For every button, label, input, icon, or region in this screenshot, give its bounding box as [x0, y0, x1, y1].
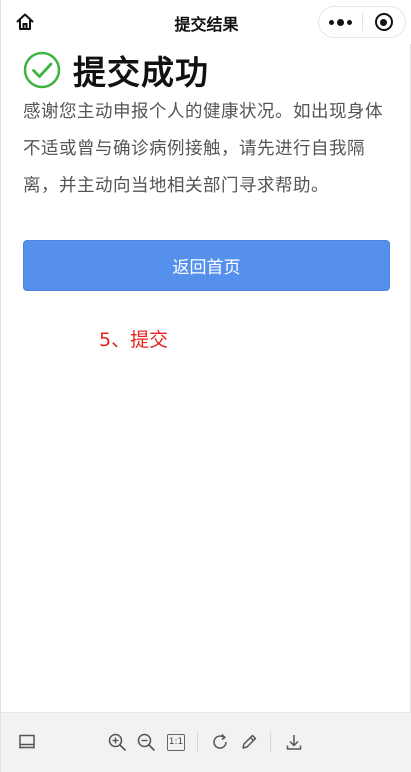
- annotate-button[interactable]: [237, 730, 261, 754]
- download-icon: [286, 735, 302, 750]
- close-button[interactable]: [362, 7, 405, 37]
- actual-size-icon: 1:1: [167, 733, 185, 751]
- download-button[interactable]: [282, 730, 306, 754]
- pen-icon: [242, 734, 257, 749]
- target-close-icon: [374, 13, 393, 31]
- return-home-button[interactable]: 返回首页: [23, 240, 390, 291]
- success-header: 提交成功: [23, 50, 209, 92]
- more-dots-icon: [328, 18, 352, 26]
- layout-icon: [19, 734, 35, 749]
- layout-button[interactable]: [15, 730, 39, 754]
- zoom-out-button[interactable]: [134, 730, 158, 754]
- success-title: 提交成功: [73, 53, 209, 92]
- zoom-out-icon: [137, 733, 155, 751]
- check-circle-icon: [23, 51, 61, 89]
- nav-bar: 提交结果: [1, 0, 411, 44]
- more-button[interactable]: [319, 7, 362, 37]
- toolbar-divider: [270, 732, 271, 752]
- zoom-in-icon: [108, 733, 126, 751]
- capsule-menu: [318, 6, 406, 38]
- rotate-icon: [213, 733, 227, 749]
- result-message: 感谢您主动申报个人的健康状况。如出现身体不适或曾与确诊病例接触，请先进行自我隔离…: [23, 102, 383, 196]
- app-frame: 提交结果 提交成功 感谢您主动申报个人的健康状况。如出现身体不适或曾与确诊病例接…: [0, 0, 411, 772]
- step-annotation: 5、提交: [99, 329, 169, 351]
- rotate-button[interactable]: [208, 730, 232, 754]
- zoom-in-button[interactable]: [105, 730, 129, 754]
- actual-size-button[interactable]: 1:1: [164, 730, 188, 754]
- viewer-toolbar: 1:1: [1, 712, 411, 772]
- toolbar-divider: [197, 732, 198, 752]
